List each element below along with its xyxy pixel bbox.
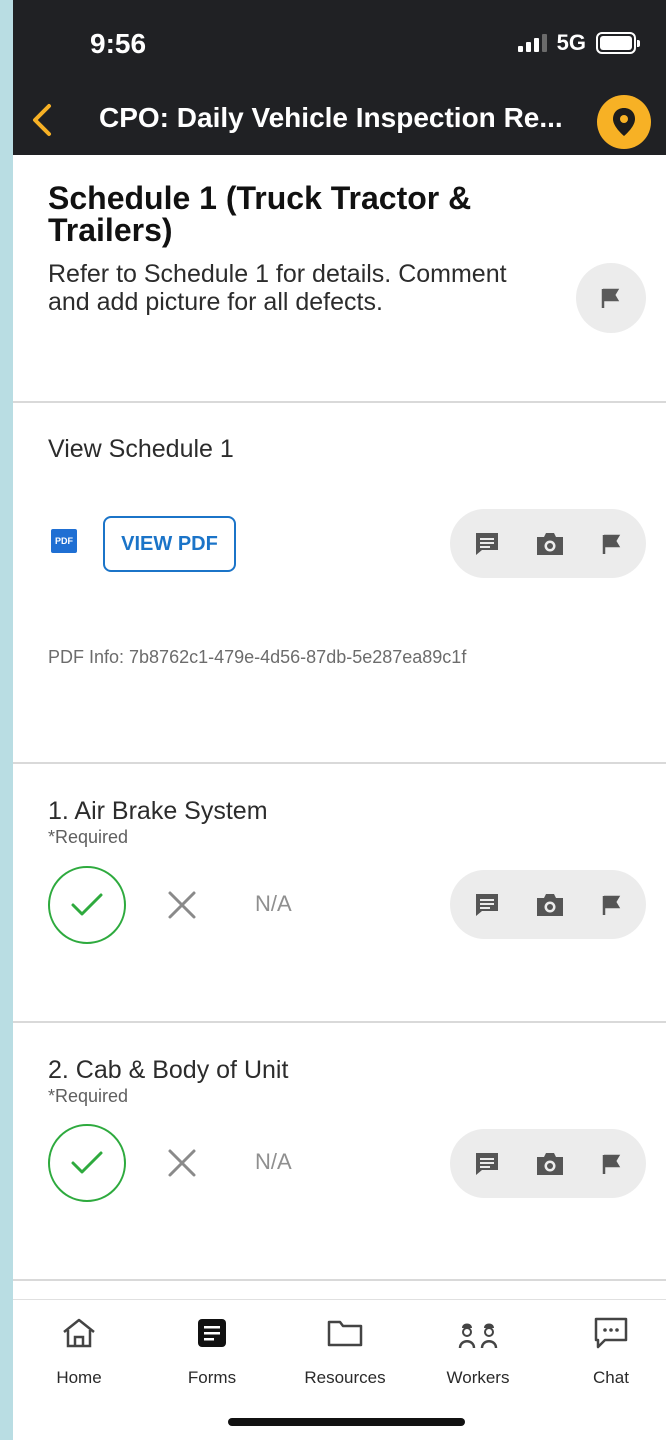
question-label: 1. Air Brake System: [48, 797, 268, 825]
required-label: *Required: [48, 827, 129, 847]
comment-icon[interactable]: [467, 509, 507, 578]
tab-label: Home: [56, 1368, 102, 1387]
signal-icon: [517, 34, 547, 52]
tab-forms[interactable]: Forms: [157, 1314, 267, 1388]
fail-button[interactable]: [165, 1146, 199, 1180]
divider: [13, 1021, 666, 1023]
pdf-file-icon: PDF: [51, 529, 77, 553]
fail-button[interactable]: [165, 888, 199, 922]
camera-icon[interactable]: [530, 509, 570, 578]
checkmark-icon: [71, 1151, 103, 1174]
tab-workers[interactable]: Workers: [423, 1314, 533, 1388]
camera-icon[interactable]: [530, 870, 570, 939]
tab-label: Chat: [593, 1368, 629, 1387]
nav-bar: CPO: Daily Vehicle Inspection Re...: [13, 88, 666, 155]
flag-icon[interactable]: [592, 509, 632, 578]
section-description: Refer to Schedule 1 for details. Comment…: [48, 260, 507, 316]
na-button[interactable]: N/A: [255, 891, 292, 917]
tab-bar: Home Forms Resources Workers Chat: [13, 1299, 666, 1440]
tab-label: Forms: [187, 1368, 237, 1387]
close-icon: [168, 891, 196, 919]
forms-icon: [157, 1314, 267, 1352]
tab-chat[interactable]: Chat: [556, 1314, 666, 1388]
status-bar: 9:56 5G: [13, 0, 666, 88]
schedule-label: View Schedule 1: [48, 435, 234, 463]
status-time: 9:56: [90, 28, 147, 59]
phone-screen: 9:56 5G CPO: Daily Vehicle Inspection Re…: [13, 0, 666, 1440]
network-type: 5G: [556, 30, 586, 55]
comment-icon[interactable]: [467, 870, 507, 939]
section-title: Schedule 1 (Truck Tractor & Trailers): [48, 180, 472, 248]
home-icon: [24, 1314, 134, 1352]
location-button[interactable]: [597, 95, 651, 149]
pass-button[interactable]: [48, 866, 126, 944]
workers-icon: [423, 1314, 533, 1352]
flag-icon[interactable]: [592, 1129, 632, 1198]
page-title: CPO: Daily Vehicle Inspection Re...: [99, 102, 563, 133]
section-flag-button[interactable]: [576, 263, 646, 333]
tab-label: Workers: [446, 1368, 510, 1387]
divider: [13, 401, 666, 403]
location-pin-icon: [613, 108, 635, 136]
checkmark-icon: [71, 893, 103, 916]
divider: [13, 762, 666, 764]
question-actions: [450, 870, 646, 939]
folder-icon: [290, 1314, 400, 1352]
status-indicators: 5G: [517, 30, 640, 56]
question-label: 2. Cab & Body of Unit: [48, 1056, 289, 1084]
camera-icon[interactable]: [530, 1129, 570, 1198]
divider: [13, 1279, 666, 1281]
flag-icon[interactable]: [592, 870, 632, 939]
tab-resources[interactable]: Resources: [290, 1314, 400, 1388]
na-button[interactable]: N/A: [255, 1149, 292, 1175]
close-icon: [168, 1149, 196, 1177]
tab-home[interactable]: Home: [24, 1314, 134, 1388]
view-pdf-button[interactable]: VIEW PDF: [103, 516, 236, 572]
pass-button[interactable]: [48, 1124, 126, 1202]
schedule-actions: [450, 509, 646, 578]
chat-icon: [556, 1314, 666, 1352]
comment-icon[interactable]: [467, 1129, 507, 1198]
question-actions: [450, 1129, 646, 1198]
tab-label: Resources: [304, 1368, 386, 1387]
flag-icon: [601, 288, 620, 308]
back-chevron-icon[interactable]: [27, 102, 57, 138]
home-indicator: [228, 1418, 465, 1426]
required-label: *Required: [48, 1086, 129, 1106]
pdf-info: PDF Info: 7b8762c1-479e-4d56-87db-5e287e…: [48, 647, 467, 667]
battery-icon: [596, 32, 640, 54]
section-header: Schedule 1 (Truck Tractor & Trailers) Re…: [13, 155, 666, 401]
